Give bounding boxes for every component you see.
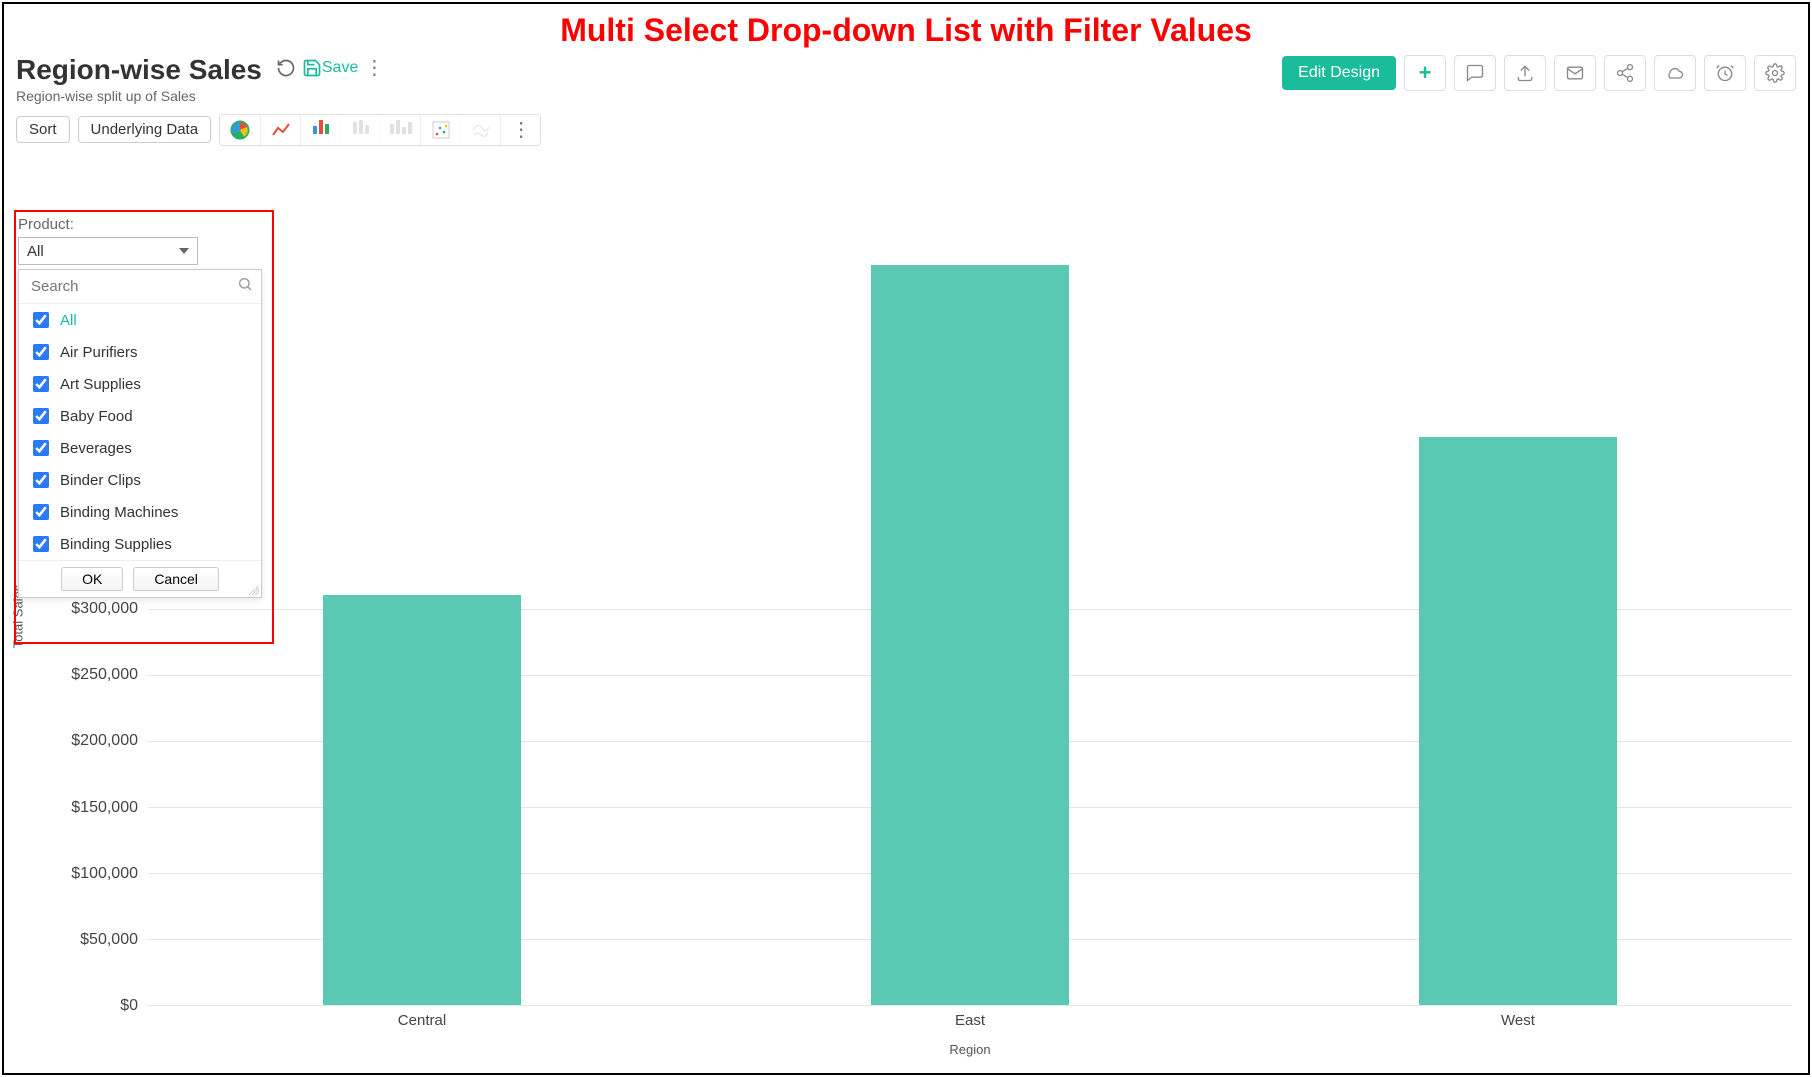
y-tick-label: $250,000 [71,666,138,684]
settings-icon[interactable] [1754,55,1796,91]
chart-type-line-icon[interactable] [260,115,300,145]
save-label: Save [322,59,358,77]
y-tick-label: $0 [120,997,138,1015]
filter-option[interactable]: Beverages [19,432,261,464]
filter-selected-value: All [27,243,44,260]
chart-bar[interactable] [323,595,520,1005]
save-button[interactable]: Save [302,58,358,78]
filter-search-input[interactable] [27,274,237,299]
filter-option-label: Binding Supplies [60,536,172,553]
page-title: Region-wise Sales [16,55,262,86]
filter-option-checkbox[interactable] [33,472,49,488]
x-tick-label: Central [398,1012,446,1029]
chart-type-scatter-icon[interactable] [420,115,460,145]
y-tick-label: $300,000 [71,600,138,618]
export-icon[interactable] [1504,55,1546,91]
x-tick-label: East [955,1012,985,1029]
save-icon [302,58,322,78]
annotation-title: Multi Select Drop-down List with Filter … [4,12,1808,49]
cloud-icon[interactable] [1654,55,1696,91]
chart-bar[interactable] [1419,437,1616,1005]
y-tick-label: $200,000 [71,732,138,750]
filter-option-label: Beverages [60,440,132,457]
filter-option[interactable]: All [19,304,261,336]
filter-option-label: Binding Machines [60,504,178,521]
filter-option-label: Binder Clips [60,472,141,489]
filter-options-list[interactable]: All Air Purifiers Art Supplies Baby Food Bev… [19,304,261,560]
filter-option-checkbox[interactable] [33,440,49,456]
filter-dropdown[interactable]: All [18,237,198,265]
filter-option-label: All [60,312,77,329]
filter-option[interactable]: Air Purifiers [19,336,261,368]
y-tick-label: $150,000 [71,799,138,817]
filter-label: Product: [18,216,268,233]
filter-cancel-button[interactable]: Cancel [133,567,219,591]
mail-icon[interactable] [1554,55,1596,91]
filter-ok-button[interactable]: OK [61,567,123,591]
y-tick-label: $100,000 [71,865,138,883]
filter-option-checkbox[interactable] [33,312,49,328]
page-subtitle: Region-wise split up of Sales [16,88,262,104]
refresh-icon[interactable] [276,58,296,78]
filter-option[interactable]: Baby Food [19,400,261,432]
filter-option-label: Baby Food [60,408,133,425]
x-axis-label: Region [949,1042,990,1057]
filter-dropdown-panel: All Air Purifiers Art Supplies Baby Food Bev… [18,269,262,598]
filter-option-label: Air Purifiers [60,344,138,361]
toolbar-kebab-icon[interactable]: ⋮ [500,115,540,145]
search-icon [237,276,253,297]
chart: Total Sales $0$50,000$100,000$150,000$20… [16,212,1796,1061]
filter-option-checkbox[interactable] [33,344,49,360]
chart-type-map-icon[interactable] [460,115,500,145]
comment-icon[interactable] [1454,55,1496,91]
underlying-data-button[interactable]: Underlying Data [78,116,212,143]
filter-option[interactable]: Binding Supplies [19,528,261,560]
chevron-down-icon [179,248,189,254]
add-button[interactable]: + [1404,55,1446,91]
chart-type-bar-icon[interactable] [300,115,340,145]
filter-option[interactable]: Binder Clips [19,464,261,496]
share-icon[interactable] [1604,55,1646,91]
filter-option[interactable]: Art Supplies [19,368,261,400]
sort-button[interactable]: Sort [16,116,70,143]
resize-handle-icon[interactable] [249,585,259,595]
filter-option-checkbox[interactable] [33,408,49,424]
edit-design-button[interactable]: Edit Design [1282,56,1396,90]
chart-bar[interactable] [871,265,1068,1005]
chart-type-grouped-bar-icon[interactable] [380,115,420,145]
chart-type-pie-icon[interactable] [220,115,260,145]
filter-option-checkbox[interactable] [33,536,49,552]
y-tick-label: $50,000 [80,931,138,949]
filter-option[interactable]: Binding Machines [19,496,261,528]
x-tick-label: West [1501,1012,1535,1029]
alarm-icon[interactable] [1704,55,1746,91]
filter-option-checkbox[interactable] [33,376,49,392]
kebab-icon[interactable]: ⋮ [364,55,383,80]
filter-option-checkbox[interactable] [33,504,49,520]
filter-option-label: Art Supplies [60,376,141,393]
chart-type-stacked-bar-icon[interactable] [340,115,380,145]
